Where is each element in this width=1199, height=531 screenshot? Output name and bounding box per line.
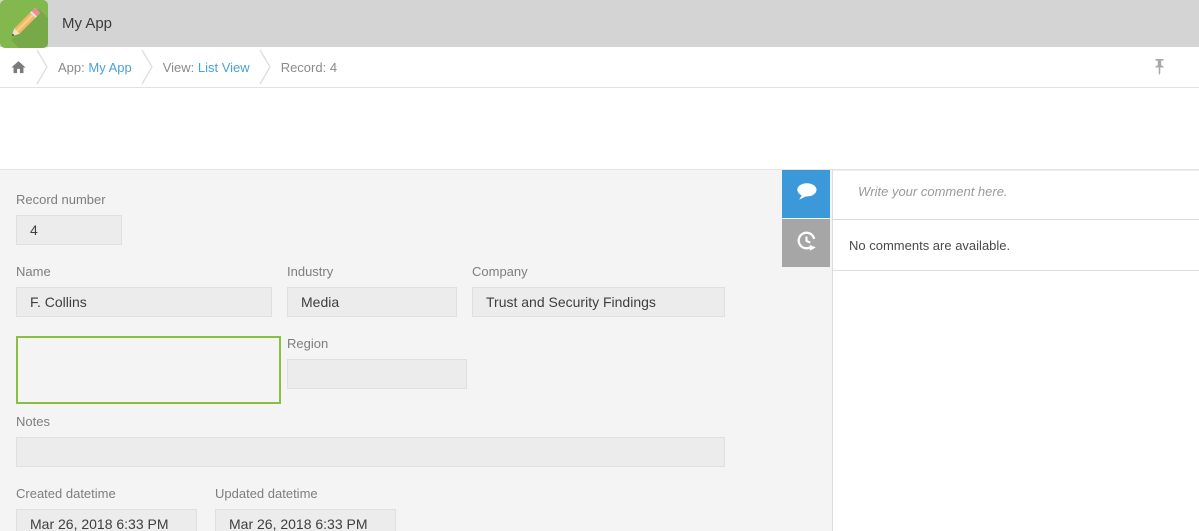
record-toolbar [0,88,1199,169]
history-clock-icon [794,228,819,258]
field-name: Name F. Collins [16,265,272,317]
field-label: Record number [16,193,122,207]
app-title[interactable]: My App [62,0,112,47]
field-value: Mar 26, 2018 6:33 PM [16,509,197,531]
field-created-datetime: Created datetime Mar 26, 2018 6:33 PM [16,487,197,531]
field-value: F. Collins [16,287,272,317]
comment-input[interactable]: Write your comment here. [833,170,1199,220]
breadcrumb: App: My App View: List View Record: 4 [0,47,1199,88]
breadcrumb-chevron-icon [36,48,49,86]
field-label: Notes [16,415,725,429]
breadcrumb-chevron-icon [259,48,272,86]
field-value [287,359,467,389]
breadcrumb-app: App: My App [58,60,132,75]
record-detail-page: My App App: My App View: List View Recor… [0,0,1199,531]
breadcrumb-app-prefix: App: [58,60,88,75]
tab-comments[interactable] [782,170,830,218]
field-label: Company [472,265,725,279]
breadcrumb-view-prefix: View: [163,60,198,75]
field-value: Trust and Security Findings [472,287,725,317]
field-value [16,437,725,467]
field-value: 4 [16,215,122,245]
field-industry: Industry Media [287,265,457,317]
comments-empty-message: No comments are available. [833,220,1199,271]
field-label: Industry [287,265,457,279]
comment-bubble-icon [794,180,819,209]
field-record-number: Record number 4 [16,193,122,245]
field-value: Media [287,287,457,317]
selected-space-element[interactable] [16,336,281,404]
field-value: Mar 26, 2018 6:33 PM [215,509,396,531]
field-label: Updated datetime [215,487,396,501]
breadcrumb-chevron-icon [141,48,154,86]
home-icon[interactable] [10,59,27,76]
field-label: Name [16,265,272,279]
record-content: Record number 4 Name F. Collins Industry… [0,169,1199,531]
field-company: Company Trust and Security Findings [472,265,725,317]
app-header: My App [0,0,1199,47]
tab-history[interactable] [782,219,830,267]
breadcrumb-record: Record: 4 [281,60,337,75]
breadcrumb-app-link[interactable]: My App [88,60,131,75]
pin-icon[interactable] [1153,58,1166,80]
breadcrumb-view: View: List View [163,60,250,75]
field-notes: Notes [16,415,725,467]
field-label: Region [287,337,467,351]
field-region: Region [287,337,467,389]
field-label: Created datetime [16,487,197,501]
breadcrumb-view-link[interactable]: List View [198,60,250,75]
side-tabs [782,170,830,267]
app-pencil-icon[interactable] [0,0,48,48]
field-updated-datetime: Updated datetime Mar 26, 2018 6:33 PM [215,487,396,531]
comment-panel: Write your comment here. No comments are… [832,170,1199,531]
